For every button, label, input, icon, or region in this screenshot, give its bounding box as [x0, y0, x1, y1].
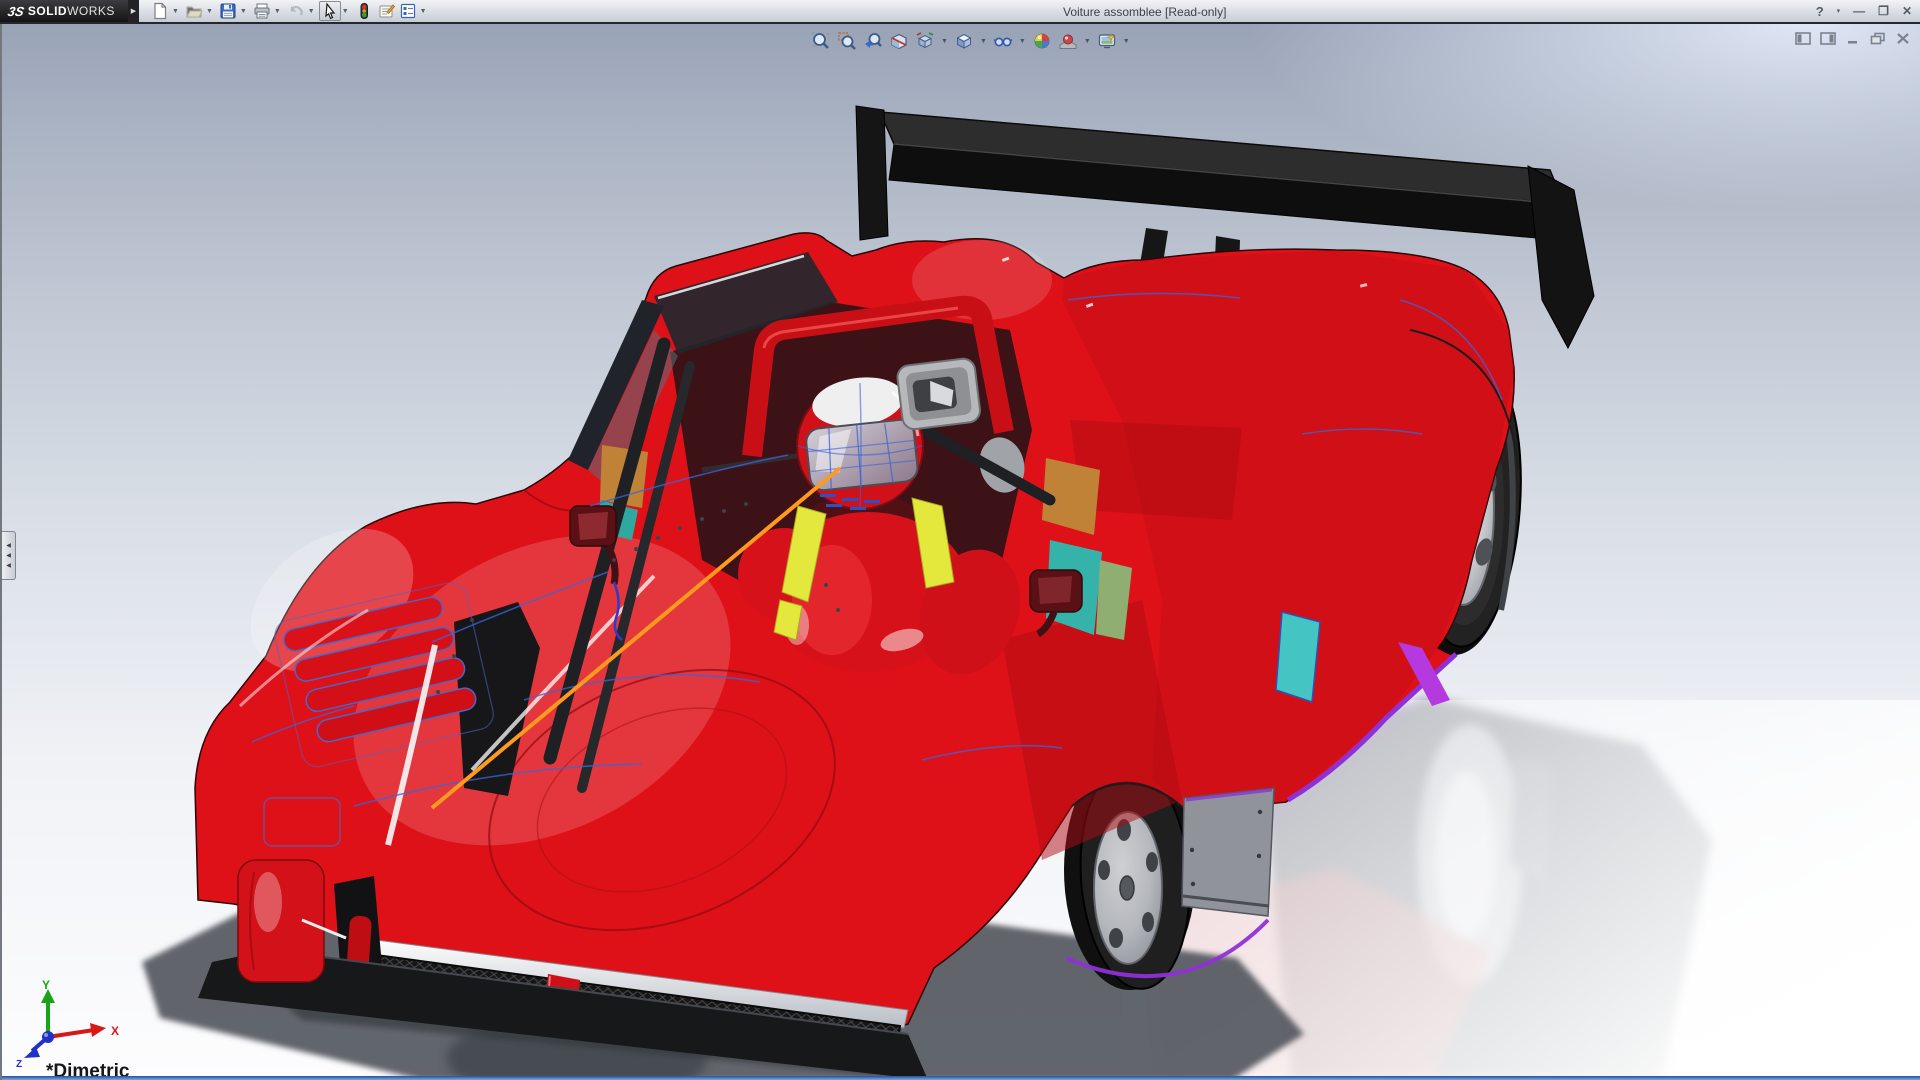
previous-view-icon	[865, 33, 882, 48]
print-caret[interactable]: ▼	[273, 8, 285, 15]
display-states-button[interactable]	[353, 1, 375, 21]
triad-x-label: X	[111, 1024, 119, 1038]
open-document-icon	[186, 6, 203, 18]
restore-button[interactable]: ❐	[1878, 4, 1889, 18]
doc-restore-button[interactable]	[1869, 31, 1887, 46]
display-states-traffic-light-icon	[360, 3, 368, 19]
restore-icon	[1870, 32, 1885, 45]
edit-appearance-button[interactable]	[1029, 29, 1055, 53]
feature-tree-collapsed-tab[interactable]: ◀ ◀ ◀	[2, 531, 16, 580]
hide-show-items-button[interactable]	[990, 29, 1016, 53]
logo-glyph: 3S	[6, 3, 26, 19]
pane-left-button[interactable]	[1794, 31, 1812, 46]
select-cursor-icon	[324, 2, 335, 20]
triad-y-label: Y	[42, 978, 50, 992]
display-style-icon	[956, 33, 972, 49]
triad-z-label: Z	[16, 1059, 22, 1069]
undo-icon	[289, 5, 303, 16]
save-button[interactable]	[217, 1, 239, 21]
select-cursor-caret[interactable]: ▼	[341, 8, 353, 15]
help-caret[interactable]: ▾	[1837, 7, 1841, 15]
minimize-icon	[1848, 41, 1857, 44]
front-corner-duct[interactable]	[237, 859, 325, 983]
view-settings-caret[interactable]: ▼	[1120, 38, 1133, 45]
apply-scene-caret[interactable]: ▼	[1081, 38, 1094, 45]
minimize-button[interactable]: —	[1853, 4, 1865, 18]
graphics-viewport[interactable]: ▼ ▼ ▼ ▼ ▼ ◀ ◀ ◀ Y X Z *Dimetric	[0, 24, 1920, 1080]
open-document-caret[interactable]: ▼	[205, 8, 217, 15]
print-icon	[254, 3, 270, 19]
new-document-button[interactable]	[149, 1, 171, 21]
section-view-icon	[891, 33, 907, 50]
options-caret[interactable]: ▼	[419, 8, 431, 15]
options-checklist-icon	[400, 3, 415, 19]
help-button[interactable]: ?	[1816, 4, 1824, 19]
section-view-button[interactable]	[886, 29, 912, 53]
zoom-to-fit-button[interactable]	[808, 29, 834, 53]
annotation-note-icon	[379, 4, 395, 18]
title-bar: 3S SOLID WORKS ▶ ▼ ▼ ▼ ▼ ▼ ▼ ▼ Voiture a…	[0, 0, 1920, 24]
orientation-triad: Y X Z	[14, 977, 124, 1074]
doc-close-button[interactable]	[1894, 31, 1912, 46]
window-controls: ? ▾ — ❐ ✕	[1816, 0, 1912, 22]
document-title: Voiture assomblee [Read-only]	[1063, 5, 1227, 19]
display-style-button[interactable]	[951, 29, 977, 53]
collapse-arrow-icon: ◀	[6, 563, 11, 569]
close-button[interactable]: ✕	[1902, 4, 1912, 18]
pane-right-button[interactable]	[1819, 31, 1837, 46]
zoom-to-area-button[interactable]	[834, 29, 860, 53]
undo-caret[interactable]: ▼	[307, 8, 319, 15]
window-bottom-edge	[2, 1076, 1920, 1080]
save-icon	[220, 3, 236, 19]
collapse-arrow-icon: ◀	[6, 553, 11, 559]
annotation-note-button[interactable]	[375, 1, 397, 21]
document-window-controls	[1794, 31, 1912, 46]
doc-minimize-button[interactable]	[1844, 31, 1862, 46]
hide-show-items-caret[interactable]: ▼	[1016, 38, 1029, 45]
select-cursor-button[interactable]	[318, 1, 341, 21]
headsup-view-toolbar: ▼ ▼ ▼ ▼ ▼	[808, 29, 1133, 53]
solidworks-window: 3S SOLID WORKS ▶ ▼ ▼ ▼ ▼ ▼ ▼ ▼ Voiture a…	[0, 0, 1920, 1080]
new-document-caret[interactable]: ▼	[171, 8, 183, 15]
previous-view-button[interactable]	[860, 29, 886, 53]
new-document-icon	[154, 2, 167, 20]
side-window-vent[interactable]	[1275, 611, 1321, 704]
print-button[interactable]	[251, 1, 273, 21]
rocker-panel[interactable]	[1181, 787, 1275, 917]
undo-button[interactable]	[285, 1, 307, 21]
view-settings-icon	[1098, 33, 1116, 49]
pane-right-icon	[1820, 32, 1836, 45]
apply-scene-button[interactable]	[1055, 29, 1081, 53]
apply-scene-icon	[1059, 34, 1077, 49]
main-toolbar: ▼ ▼ ▼ ▼ ▼ ▼ ▼	[149, 1, 431, 21]
menu-flyout-arrow[interactable]: ▶	[128, 0, 139, 22]
view-orientation-cube-icon	[916, 32, 934, 49]
save-caret[interactable]: ▼	[239, 8, 251, 15]
solidworks-logo: 3S SOLID WORKS	[0, 0, 128, 22]
collapse-arrow-icon: ◀	[6, 543, 11, 549]
pane-left-icon	[1795, 32, 1811, 45]
options-button[interactable]	[397, 1, 419, 21]
intake-scoop[interactable]	[896, 357, 981, 431]
view-settings-button[interactable]	[1094, 29, 1120, 53]
zoom-to-fit-icon	[811, 31, 830, 49]
zoom-to-area-icon	[838, 32, 856, 50]
close-icon	[1897, 33, 1909, 44]
view-orientation-caret[interactable]: ▼	[938, 38, 951, 45]
hide-show-items-icon	[993, 37, 1013, 47]
view-orientation-button[interactable]	[912, 29, 938, 53]
open-document-button[interactable]	[183, 1, 205, 21]
viewport-3d-scene[interactable]	[2, 24, 1920, 1080]
display-style-caret[interactable]: ▼	[977, 38, 990, 45]
edit-appearance-icon	[1034, 33, 1050, 49]
